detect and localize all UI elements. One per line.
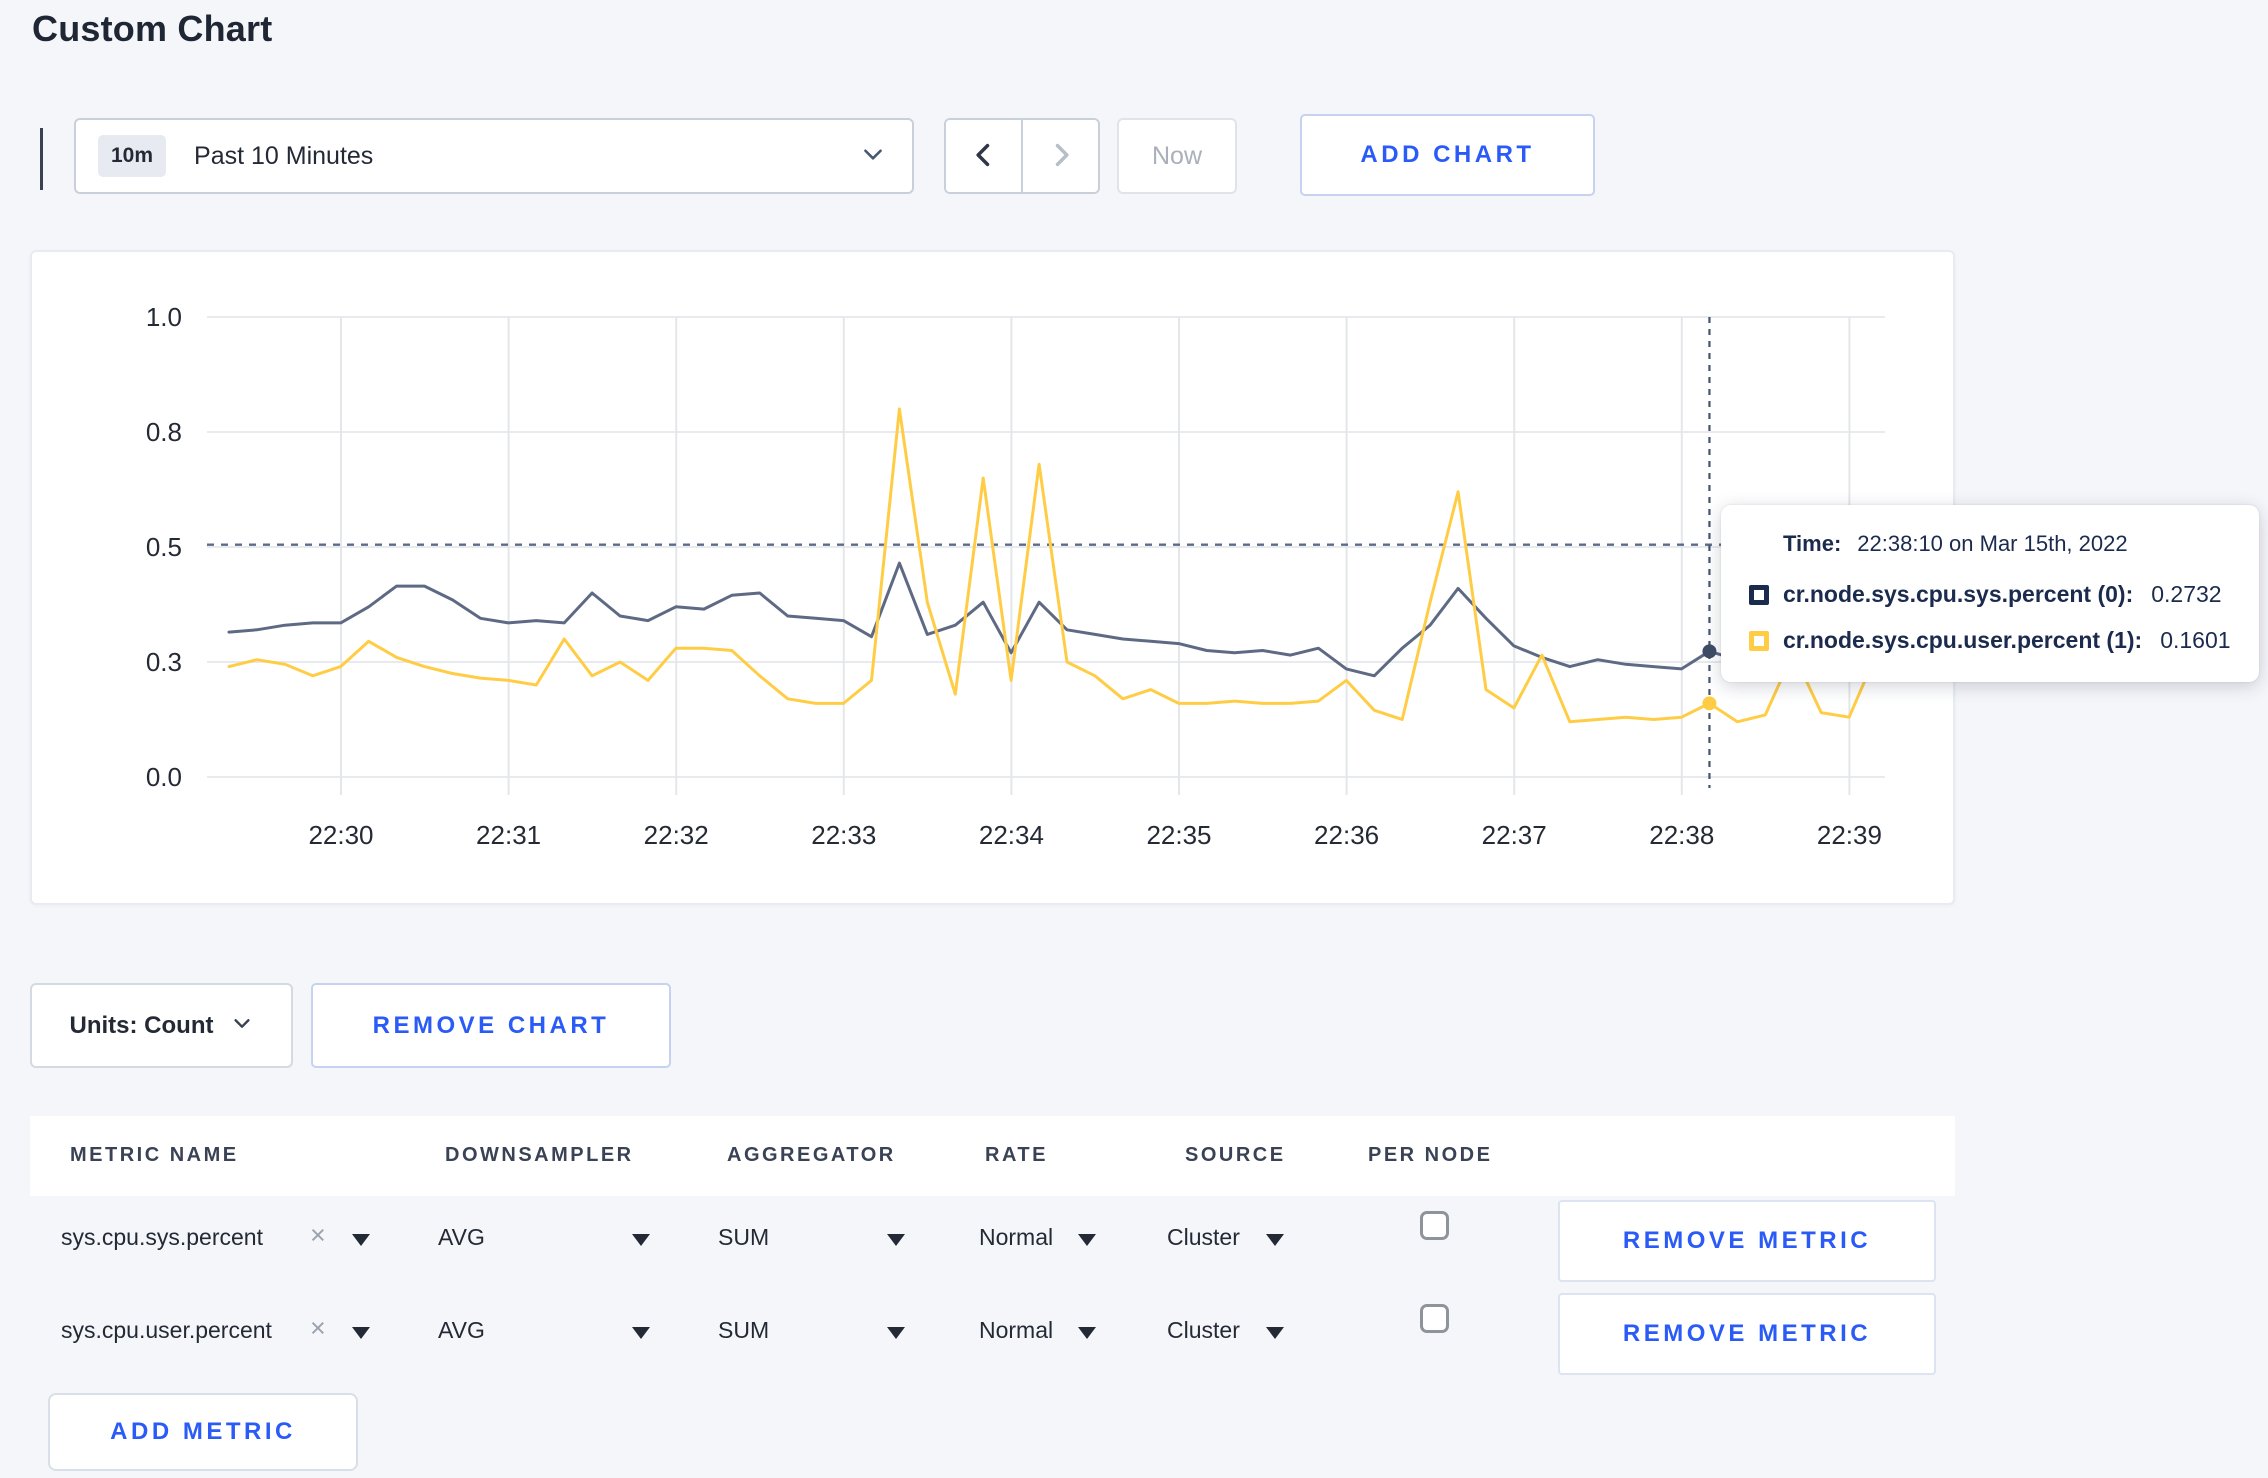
x-axis-label: 22:31 bbox=[476, 820, 541, 850]
metric-name-select[interactable]: sys.cpu.user.percent bbox=[61, 1317, 272, 1344]
time-range-badge: 10m bbox=[98, 135, 167, 177]
toolbar-divider bbox=[40, 128, 43, 190]
time-range-dropdown[interactable]: 10m Past 10 Minutes bbox=[74, 118, 914, 194]
y-axis-label: 1.0 bbox=[146, 302, 182, 332]
header-downsampler: DOWNSAMPLER bbox=[445, 1144, 634, 1166]
user-series-swatch-icon bbox=[1749, 630, 1769, 651]
series-line bbox=[227, 407, 1879, 724]
crosshair-dot bbox=[1702, 644, 1717, 659]
x-axis-label: 22:33 bbox=[811, 820, 876, 850]
y-axis-label: 0.8 bbox=[146, 417, 182, 447]
source-select[interactable]: Cluster bbox=[1167, 1224, 1240, 1251]
x-axis-label: 22:35 bbox=[1146, 820, 1211, 850]
clear-metric-icon[interactable]: × bbox=[310, 1315, 326, 1342]
x-axis-label: 22:38 bbox=[1649, 820, 1714, 850]
metric-row: sys.cpu.user.percent × AVG SUM Normal Cl… bbox=[30, 1289, 1955, 1381]
chart-card: 1.0 0.8 0.5 0.3 0.0 22:30 22:31 22:32 22:33 22:34… bbox=[30, 250, 1955, 905]
downsampler-dropdown-arrow-icon[interactable] bbox=[632, 1327, 650, 1339]
y-axis-label: 0.3 bbox=[146, 647, 182, 677]
rate-dropdown-arrow-icon[interactable] bbox=[1078, 1234, 1096, 1246]
tooltip-series-value: 0.1601 bbox=[2160, 627, 2231, 653]
tooltip-time-value: 22:38:10 on Mar 15th, 2022 bbox=[1857, 531, 2128, 556]
chevron-down-icon bbox=[231, 1012, 253, 1039]
source-dropdown-arrow-icon[interactable] bbox=[1266, 1327, 1284, 1339]
downsampler-select[interactable]: AVG bbox=[438, 1317, 485, 1344]
source-dropdown-arrow-icon[interactable] bbox=[1266, 1234, 1284, 1246]
header-aggregator: AGGREGATOR bbox=[727, 1144, 896, 1166]
add-metric-button[interactable]: ADD METRIC bbox=[48, 1393, 358, 1471]
tooltip-series-value: 0.2732 bbox=[2151, 581, 2222, 607]
downsampler-select[interactable]: AVG bbox=[438, 1224, 485, 1251]
header-per-node: PER NODE bbox=[1368, 1144, 1493, 1166]
tooltip-time: Time: 22:38:10 on Mar 15th, 2022 bbox=[1783, 531, 2128, 557]
x-axis-label: 22:37 bbox=[1482, 820, 1547, 850]
x-axis-label: 22:34 bbox=[979, 820, 1044, 850]
now-button[interactable]: Now bbox=[1117, 118, 1237, 194]
previous-interval-button[interactable] bbox=[946, 120, 1021, 192]
rate-select[interactable]: Normal bbox=[979, 1317, 1053, 1344]
remove-chart-button[interactable]: REMOVE CHART bbox=[311, 983, 671, 1068]
tooltip-time-label: Time: bbox=[1783, 531, 1842, 556]
units-label: Units: Count bbox=[69, 1011, 214, 1039]
page-title: Custom Chart bbox=[32, 8, 273, 49]
metrics-table-header: METRIC NAME DOWNSAMPLER AGGREGATOR RATE … bbox=[30, 1116, 1955, 1196]
next-interval-button[interactable] bbox=[1021, 120, 1098, 192]
aggregator-dropdown-arrow-icon[interactable] bbox=[887, 1234, 905, 1246]
metric-row: sys.cpu.sys.percent × AVG SUM Normal Clu… bbox=[30, 1196, 1955, 1288]
x-axis-label: 22:32 bbox=[644, 820, 709, 850]
aggregator-select[interactable]: SUM bbox=[718, 1224, 769, 1251]
chart-tooltip: Time: 22:38:10 on Mar 15th, 2022 cr.node.… bbox=[1721, 505, 2259, 682]
metric-dropdown-arrow-icon[interactable] bbox=[352, 1234, 370, 1246]
chevron-right-icon bbox=[1047, 141, 1075, 172]
per-node-checkbox[interactable] bbox=[1420, 1211, 1449, 1240]
header-metric-name: METRIC NAME bbox=[70, 1144, 239, 1166]
clear-metric-icon[interactable]: × bbox=[310, 1222, 326, 1249]
aggregator-select[interactable]: SUM bbox=[718, 1317, 769, 1344]
tooltip-series-row: cr.node.sys.cpu.user.percent (1): 0.1601 bbox=[1749, 627, 2231, 654]
metric-name-select[interactable]: sys.cpu.sys.percent bbox=[61, 1224, 263, 1251]
time-pager bbox=[944, 118, 1100, 194]
series-line bbox=[227, 561, 1879, 678]
tooltip-series-row: cr.node.sys.cpu.sys.percent (0): 0.2732 bbox=[1749, 581, 2222, 608]
y-axis-label: 0.5 bbox=[146, 532, 182, 562]
header-rate: RATE bbox=[985, 1144, 1048, 1166]
chart-canvas[interactable]: 1.0 0.8 0.5 0.3 0.0 22:30 22:31 22:32 22:33 22:34… bbox=[32, 252, 1953, 903]
x-axis-label: 22:30 bbox=[308, 820, 373, 850]
tooltip-series-label: cr.node.sys.cpu.sys.percent (0): bbox=[1783, 581, 2134, 607]
y-axis-label: 0.0 bbox=[146, 762, 182, 792]
remove-metric-button[interactable]: REMOVE METRIC bbox=[1558, 1200, 1936, 1282]
chevron-left-icon bbox=[970, 141, 998, 172]
source-select[interactable]: Cluster bbox=[1167, 1317, 1240, 1344]
remove-metric-button[interactable]: REMOVE METRIC bbox=[1558, 1293, 1936, 1375]
add-chart-button[interactable]: ADD CHART bbox=[1300, 114, 1595, 196]
units-dropdown[interactable]: Units: Count bbox=[30, 983, 293, 1068]
chevron-down-icon bbox=[860, 141, 886, 172]
metric-dropdown-arrow-icon[interactable] bbox=[352, 1327, 370, 1339]
per-node-checkbox[interactable] bbox=[1420, 1304, 1449, 1333]
aggregator-dropdown-arrow-icon[interactable] bbox=[887, 1327, 905, 1339]
downsampler-dropdown-arrow-icon[interactable] bbox=[632, 1234, 650, 1246]
header-source: SOURCE bbox=[1185, 1144, 1286, 1166]
sys-series-swatch-icon bbox=[1749, 584, 1769, 605]
tooltip-series-label: cr.node.sys.cpu.user.percent (1): bbox=[1783, 627, 2143, 653]
x-axis-label: 22:36 bbox=[1314, 820, 1379, 850]
time-range-label: Past 10 Minutes bbox=[194, 141, 374, 170]
rate-select[interactable]: Normal bbox=[979, 1224, 1053, 1251]
rate-dropdown-arrow-icon[interactable] bbox=[1078, 1327, 1096, 1339]
x-axis-label: 22:39 bbox=[1817, 820, 1882, 850]
crosshair-dot bbox=[1702, 696, 1717, 711]
